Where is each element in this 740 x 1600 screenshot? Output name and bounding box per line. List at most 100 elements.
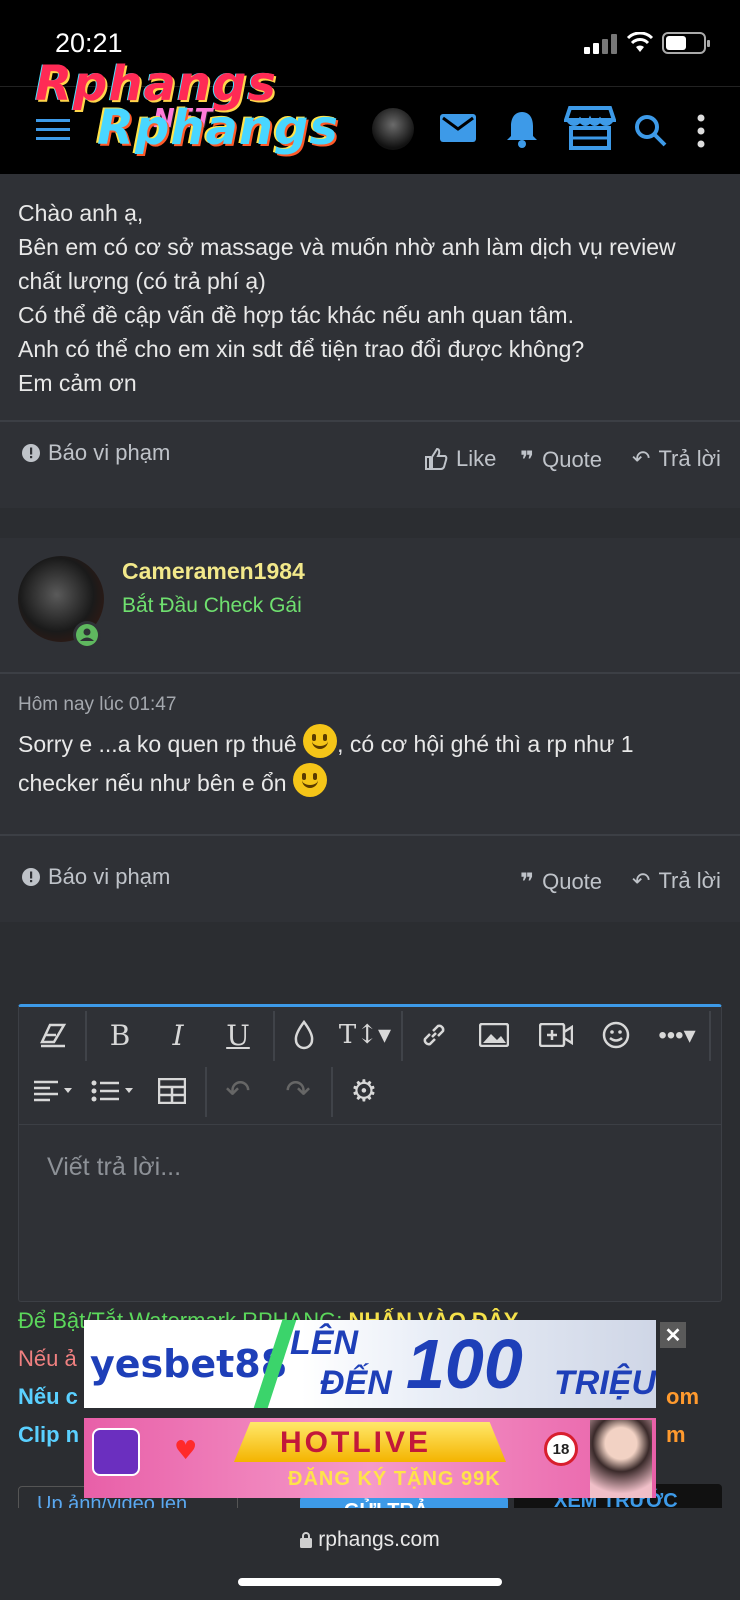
toolbar-separator: [85, 1011, 87, 1061]
more-options-icon[interactable]: •••▾: [649, 1015, 705, 1055]
post-2: Cameramen1984 Bắt Đầu Check Gái Hôm nay …: [0, 538, 740, 922]
quote-button[interactable]: ❞ Quote: [520, 868, 602, 896]
post-line: chất lượng (có trả phí ạ): [18, 268, 266, 294]
battery-icon: [662, 32, 710, 54]
like-button[interactable]: Like: [424, 446, 496, 472]
divider: [0, 420, 740, 422]
bell-icon[interactable]: [506, 110, 538, 148]
alert-icon: [22, 444, 40, 462]
wifi-icon: [626, 32, 654, 52]
post-line: Bên em có cơ sở massage và muốn nhờ anh …: [18, 234, 676, 260]
font-size-icon[interactable]: T↕▾: [337, 1015, 393, 1055]
divider: [0, 834, 740, 836]
store-icon[interactable]: [564, 106, 616, 150]
toolbar-separator: [273, 1011, 275, 1061]
quote-label: Quote: [542, 447, 603, 472]
bold-icon[interactable]: B: [99, 1015, 141, 1055]
post-1: Chào anh ạ, Bên em có cơ sở massage và m…: [0, 174, 740, 508]
color-drop-icon[interactable]: [283, 1015, 325, 1055]
ad-unit: TRIỆU: [554, 1364, 656, 1402]
clear-format-icon[interactable]: [33, 1015, 73, 1055]
lock-icon: [300, 1532, 313, 1548]
toolbar-separator: [401, 1011, 403, 1061]
browser-bottom-bar: rphangs.com: [0, 1508, 740, 1600]
post-1-body: Chào anh ạ, Bên em có cơ sở massage và m…: [18, 196, 728, 400]
smile-emoji-icon: [292, 763, 327, 797]
notice-line-4-end: m: [666, 1422, 686, 1447]
post-line: Chào anh ạ,: [18, 200, 144, 226]
age-badge: 18: [544, 1432, 578, 1466]
reply-icon: ↶: [632, 446, 651, 472]
divider: [0, 672, 740, 674]
alert-icon: [22, 868, 40, 886]
video-icon[interactable]: [533, 1015, 579, 1055]
report-button[interactable]: Báo vi phạm: [22, 440, 170, 466]
post-2-body: Sorry e ...a ko quen rp thuê , có cơ hội…: [18, 724, 728, 802]
ad-banner-yesbet[interactable]: yesbet88 LÊN ĐẾN 100 TRIỆU: [84, 1320, 656, 1408]
quote-label: Quote: [542, 869, 603, 894]
status-time: 20:21: [55, 28, 123, 58]
post-line: Có thể đề cập vấn đề hợp tác khác nếu an…: [18, 302, 574, 328]
address-bar[interactable]: rphangs.com: [0, 1528, 740, 1552]
quote-button[interactable]: ❞ Quote: [520, 446, 602, 474]
post-line: Anh có thể cho em xin sdt để tiện trao đ…: [18, 336, 585, 362]
thumbs-up-icon: [425, 447, 448, 470]
more-vertical-icon[interactable]: [696, 114, 706, 148]
search-icon[interactable]: [634, 114, 668, 148]
reply-button[interactable]: ↶ Trả lời: [632, 868, 721, 894]
emoji-icon[interactable]: [595, 1015, 637, 1055]
reply-label: Trả lời: [658, 446, 721, 471]
post-2-text: Sorry e ...a ko quen rp thuê: [18, 731, 304, 757]
notice-line-3-end: om: [666, 1384, 699, 1409]
url-text: rphangs.com: [318, 1528, 440, 1551]
italic-icon[interactable]: I: [157, 1015, 199, 1055]
ad-banner-hotlive[interactable]: ♥ HOTLIVE ĐĂNG KÝ TẶNG 99K 18: [84, 1418, 656, 1498]
report-button[interactable]: Báo vi phạm: [22, 864, 170, 890]
ad-brand: yesbet88: [90, 1342, 288, 1386]
ad-amount: 100: [406, 1325, 523, 1403]
list-icon[interactable]: [89, 1071, 139, 1111]
redo-icon[interactable]: ↷: [277, 1071, 319, 1111]
post-2-username[interactable]: Cameramen1984: [122, 558, 305, 585]
align-icon[interactable]: [29, 1071, 79, 1111]
report-label: Báo vi phạm: [48, 864, 171, 889]
notice-line-3: Nếu c: [18, 1384, 78, 1409]
ad-logo: [92, 1428, 140, 1476]
report-label: Báo vi phạm: [48, 440, 171, 465]
site-logo[interactable]: Rphangs NET Rphangs: [35, 56, 338, 156]
online-indicator: [73, 621, 101, 649]
post-2-time[interactable]: Hôm nay lúc 01:47: [18, 694, 176, 716]
avatar[interactable]: [372, 108, 414, 150]
editor-toolbar: B I U T↕▾ •••▾ ↶ ↷ ⚙: [19, 1007, 721, 1125]
logo-text-main: Rphangs: [97, 100, 339, 156]
post-2-rank: Bắt Đầu Check Gái: [122, 594, 302, 617]
notice-line-2: Nếu ả: [18, 1346, 77, 1371]
post-2-text: , có cơ hội ghé thì a rp như 1: [337, 731, 634, 757]
mail-icon[interactable]: [440, 114, 476, 142]
table-icon[interactable]: [151, 1071, 193, 1111]
toolbar-separator: [709, 1011, 711, 1061]
like-label: Like: [456, 446, 497, 471]
reply-input[interactable]: Viết trả lời...: [47, 1153, 181, 1182]
link-icon[interactable]: [413, 1015, 455, 1055]
user-online-icon: [76, 624, 98, 646]
reply-button[interactable]: ↶ Trả lời: [632, 446, 721, 472]
settings-gear-icon[interactable]: ⚙: [343, 1071, 385, 1111]
cellular-signal-icon: [584, 34, 620, 54]
toolbar-separator: [205, 1067, 207, 1117]
quote-icon: ❞: [520, 446, 535, 474]
reply-label: Trả lời: [658, 868, 721, 893]
toolbar-separator: [331, 1067, 333, 1117]
reply-icon: ↶: [632, 868, 651, 894]
image-icon[interactable]: [473, 1015, 515, 1055]
ad-title: HOTLIVE: [280, 1426, 432, 1459]
home-indicator: [238, 1578, 502, 1586]
smile-emoji-icon: [303, 724, 338, 758]
ad-close-icon[interactable]: ✕: [660, 1322, 686, 1348]
reply-editor: B I U T↕▾ •••▾ ↶ ↷ ⚙ Viết trả lời...: [18, 1004, 722, 1302]
undo-icon[interactable]: ↶: [217, 1071, 259, 1111]
underline-icon[interactable]: U: [217, 1015, 259, 1055]
ad-model-image: [590, 1420, 652, 1498]
heart-icon: ♥: [174, 1436, 198, 1466]
quote-icon: ❞: [520, 868, 535, 896]
